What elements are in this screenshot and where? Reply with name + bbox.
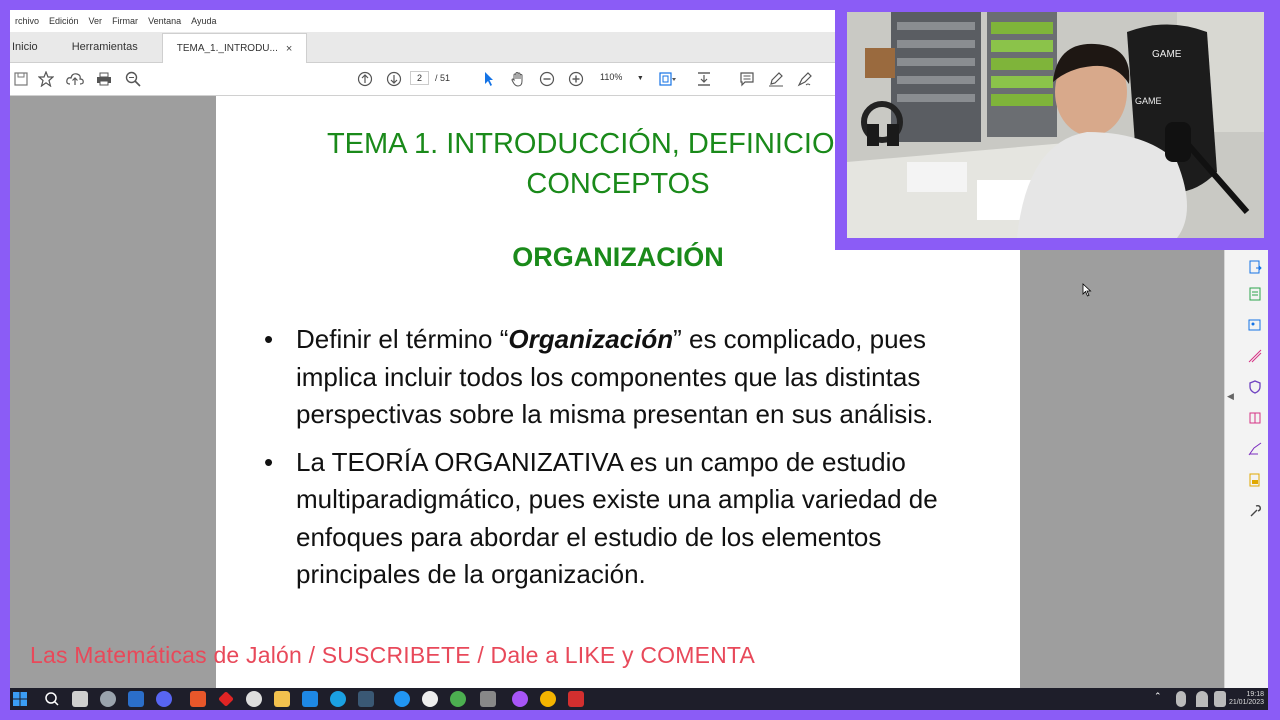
zoom-select[interactable]: 110% ▼ bbox=[600, 72, 644, 82]
edit-pdf-icon[interactable] bbox=[1247, 317, 1263, 333]
app-icon-4[interactable] bbox=[246, 691, 262, 707]
menu-ver[interactable]: Ver bbox=[84, 16, 108, 26]
tab-herramientas[interactable]: Herramientas bbox=[52, 32, 162, 62]
comment-icon[interactable] bbox=[736, 68, 758, 90]
export-pdf-icon[interactable] bbox=[1247, 259, 1263, 275]
app-icon-5[interactable] bbox=[302, 691, 318, 707]
menu-archivo[interactable]: rchivo bbox=[10, 16, 44, 26]
bullet1-pre: Definir el término “ bbox=[296, 324, 509, 354]
channel-banner: Las Matemáticas de Jalón / SUSCRIBETE / … bbox=[30, 642, 756, 668]
search-icon[interactable] bbox=[44, 691, 60, 707]
file-explorer-icon[interactable] bbox=[274, 691, 290, 707]
sign-pen-icon[interactable] bbox=[794, 68, 816, 90]
close-icon[interactable]: × bbox=[286, 43, 292, 55]
zoom-in-icon[interactable] bbox=[565, 68, 587, 90]
steam-icon[interactable] bbox=[358, 691, 374, 707]
chevron-up-icon[interactable]: ⌃ bbox=[1154, 691, 1164, 707]
app-icon-6[interactable] bbox=[422, 691, 438, 707]
scan-icon[interactable] bbox=[1247, 472, 1263, 488]
acrobat-icon[interactable] bbox=[568, 691, 584, 707]
organize-pages-icon[interactable] bbox=[1247, 410, 1263, 426]
menu-edicion[interactable]: Edición bbox=[44, 16, 84, 26]
chrome-icon[interactable] bbox=[540, 691, 556, 707]
protect-shield-icon[interactable] bbox=[1247, 379, 1263, 395]
bullet2-text: La TEORÍA ORGANIZATIVA es un campo de es… bbox=[296, 446, 938, 590]
settings-gear-icon[interactable] bbox=[100, 691, 116, 707]
select-arrow-icon[interactable] bbox=[478, 68, 500, 90]
page-down-icon[interactable] bbox=[383, 68, 405, 90]
zoom-value: 110% bbox=[600, 72, 623, 82]
menu-ayuda[interactable]: Ayuda bbox=[186, 16, 221, 26]
app-icon-8[interactable] bbox=[512, 691, 528, 707]
scroll-mode-icon[interactable] bbox=[693, 68, 715, 90]
clock-time: 19:18 bbox=[1246, 691, 1264, 698]
app-icon-2[interactable] bbox=[190, 691, 206, 707]
zoom-out-icon[interactable] bbox=[536, 68, 558, 90]
microphone-icon[interactable] bbox=[1176, 691, 1186, 707]
tab-inicio[interactable]: Inicio bbox=[10, 32, 52, 62]
discord-icon[interactable] bbox=[156, 691, 172, 707]
more-tools-wrench-icon[interactable] bbox=[1247, 503, 1263, 519]
system-clock[interactable]: 19:18 21/01/2023 bbox=[1229, 691, 1264, 707]
comment-tool-icon[interactable] bbox=[1247, 348, 1263, 364]
zoom-search-icon[interactable] bbox=[122, 68, 144, 90]
fill-sign-icon[interactable] bbox=[1247, 441, 1263, 457]
app-icon-3[interactable] bbox=[218, 691, 234, 707]
task-view-icon[interactable] bbox=[72, 691, 88, 707]
hand-tool-icon[interactable] bbox=[507, 68, 529, 90]
page-total: / 51 bbox=[435, 73, 451, 83]
mouse-cursor bbox=[1082, 283, 1092, 302]
bullet-list: • Definir el término “Organización” es c… bbox=[264, 321, 984, 604]
upload-cloud-icon[interactable] bbox=[64, 68, 86, 90]
create-pdf-icon[interactable] bbox=[1247, 286, 1263, 302]
bullet-dot: • bbox=[264, 446, 274, 477]
volume-icon[interactable] bbox=[1214, 691, 1226, 707]
page-navigator: 2 / 51 bbox=[410, 71, 450, 85]
chevron-down-icon: ▼ bbox=[636, 75, 644, 82]
page-up-icon[interactable] bbox=[354, 68, 376, 90]
edge-icon[interactable] bbox=[330, 691, 346, 707]
chair-brand-top: GAME bbox=[1152, 49, 1182, 60]
clock-date: 21/01/2023 bbox=[1228, 699, 1264, 706]
webcam-overlay: GAME GAME bbox=[835, 10, 1268, 250]
app-icon-1[interactable] bbox=[128, 691, 144, 707]
bullet-dot: • bbox=[264, 324, 274, 354]
bullet1-emphasis: Organización bbox=[508, 324, 674, 354]
windows-start-icon[interactable] bbox=[12, 691, 28, 707]
star-icon[interactable] bbox=[35, 68, 57, 90]
fit-page-icon[interactable] bbox=[656, 68, 678, 90]
highlight-pen-icon[interactable] bbox=[765, 68, 787, 90]
chair-brand-bottom: GAME bbox=[1135, 96, 1162, 106]
bullet-item: • La TEORÍA ORGANIZATIVA es un campo de … bbox=[264, 444, 984, 594]
print-icon[interactable] bbox=[93, 68, 115, 90]
wifi-icon[interactable] bbox=[1196, 691, 1208, 707]
save-icon[interactable] bbox=[10, 68, 32, 90]
page-number-input[interactable]: 2 bbox=[410, 71, 430, 85]
camera-icon[interactable] bbox=[480, 691, 496, 707]
collapse-panel-icon[interactable]: ◀ bbox=[1227, 391, 1234, 402]
webcam-video: GAME GAME bbox=[847, 12, 1264, 238]
tab-document-label: TEMA_1._INTRODU... bbox=[176, 43, 278, 54]
taskbar: ⌃ 19:18 21/01/2023 bbox=[10, 688, 1268, 710]
menu-firmar[interactable]: Firmar bbox=[107, 16, 143, 26]
bullet-item: • Definir el término “Organización” es c… bbox=[264, 321, 984, 434]
skype-icon[interactable] bbox=[394, 691, 410, 707]
tab-document[interactable]: TEMA_1._INTRODU... × bbox=[161, 33, 308, 63]
menu-ventana[interactable]: Ventana bbox=[143, 16, 186, 26]
app-icon-7[interactable] bbox=[450, 691, 466, 707]
